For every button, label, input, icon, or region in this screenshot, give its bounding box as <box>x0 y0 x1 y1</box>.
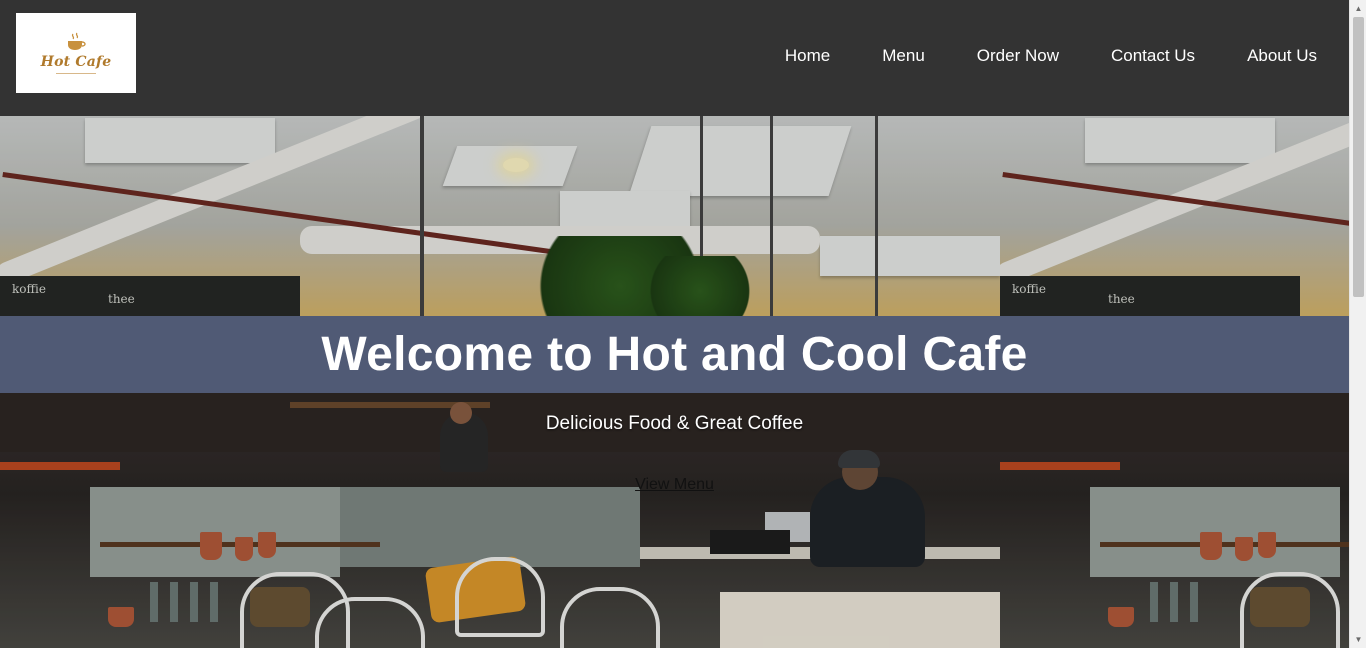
nav-menu[interactable]: Menu <box>882 46 925 66</box>
nav-home[interactable]: Home <box>785 46 830 66</box>
hero-title-band: Welcome to Hot and Cool Cafe <box>0 316 1349 393</box>
view-menu-link[interactable]: View Menu <box>635 476 714 493</box>
coffee-cup-icon <box>65 32 87 52</box>
site-logo[interactable]: Hot Cafe <box>16 13 136 93</box>
vertical-scrollbar[interactable]: ▲ ▼ <box>1349 0 1366 648</box>
view-menu-container: View Menu <box>0 476 1349 494</box>
hero-title: Welcome to Hot and Cool Cafe <box>321 328 1028 381</box>
logo-text: Hot Cafe <box>40 54 112 70</box>
nav-order-now[interactable]: Order Now <box>977 46 1059 66</box>
logo-underline <box>56 73 96 74</box>
nav-about-us[interactable]: About Us <box>1247 46 1317 66</box>
nav-contact-us[interactable]: Contact Us <box>1111 46 1195 66</box>
scroll-up-arrow-icon[interactable]: ▲ <box>1350 0 1366 17</box>
scrollbar-thumb[interactable] <box>1353 17 1364 297</box>
main-nav: Home Menu Order Now Contact Us About Us <box>733 46 1317 66</box>
site-header: Hot Cafe Home Menu Order Now Contact Us … <box>0 0 1349 116</box>
hero-subtitle: Delicious Food & Great Coffee <box>545 413 804 434</box>
scroll-down-arrow-icon[interactable]: ▼ <box>1350 631 1366 648</box>
hero-section: koffie thee koffie thee Welcome to Hot a… <box>0 116 1349 648</box>
